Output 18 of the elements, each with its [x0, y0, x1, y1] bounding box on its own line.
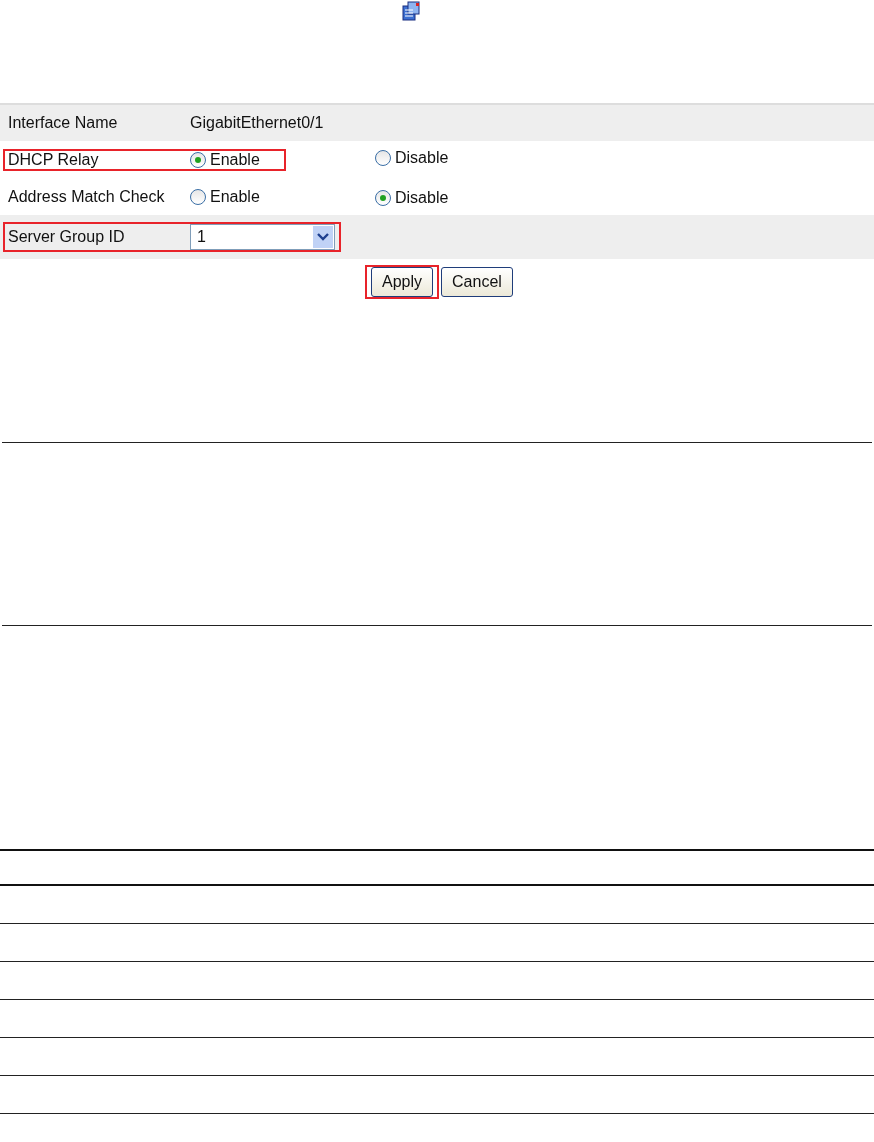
field-label: Server Group ID: [8, 228, 126, 246]
field-value: GigabitEthernet0/1: [190, 114, 324, 132]
clipboard-icon[interactable]: [400, 0, 422, 22]
field-label: DHCP Relay: [8, 150, 100, 169]
radio-button[interactable]: [375, 189, 391, 206]
radio-option[interactable]: Disable: [375, 188, 449, 207]
action-button[interactable]: Cancel: [441, 267, 513, 297]
radio-option[interactable]: Enable: [190, 187, 260, 206]
field-label: Address Match Check: [8, 187, 166, 206]
radio-option[interactable]: Enable: [190, 150, 260, 169]
radio-button[interactable]: [375, 150, 391, 166]
radio-button[interactable]: [190, 188, 206, 205]
action-button[interactable]: Apply: [371, 267, 434, 297]
chevron-icon: [317, 233, 329, 241]
field-label: Interface Name: [8, 114, 119, 132]
radio-button[interactable]: [190, 151, 206, 168]
dropdown-field[interactable]: 1: [190, 224, 335, 250]
radio-option[interactable]: Disable: [375, 149, 449, 167]
